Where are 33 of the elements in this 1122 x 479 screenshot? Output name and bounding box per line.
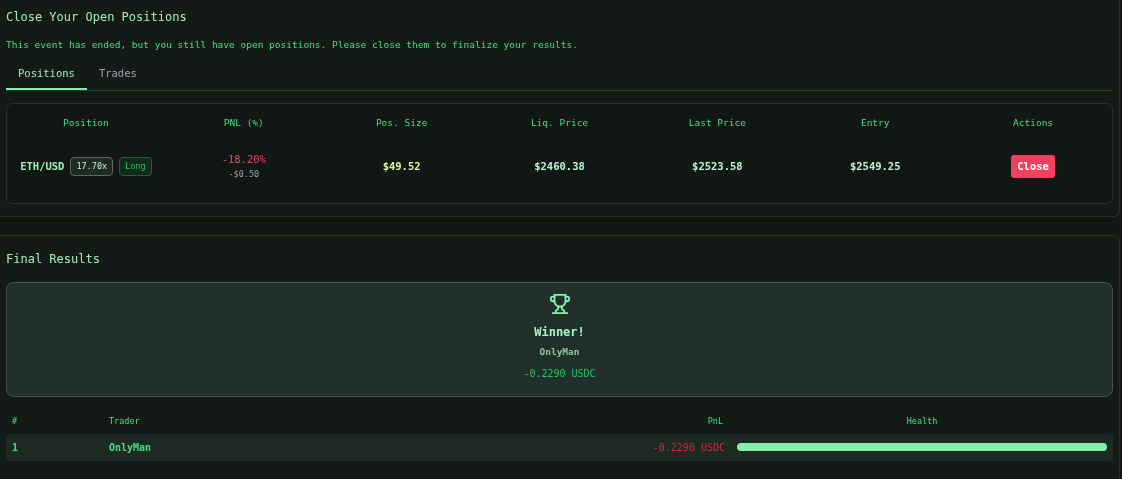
- tab[interactable]: Trades: [86, 66, 149, 90]
- pnl-cell-text: -0.2290 USDC: [652, 440, 726, 455]
- column-header: Entry: [860, 116, 890, 130]
- column-header: Last Price: [688, 116, 746, 130]
- winner-heading: Winner!: [534, 324, 585, 341]
- winner-name: OnlyMan: [539, 345, 580, 359]
- tab[interactable]: Positions: [6, 66, 87, 90]
- column-header: #: [12, 415, 19, 428]
- winner-amount: -0.2290 USDC: [523, 367, 596, 382]
- leverage-badge: 17.70x: [70, 157, 114, 176]
- column-header: Pos. Size: [375, 116, 428, 130]
- table-cell-text: $2523.58: [692, 158, 743, 174]
- table-cell-text: $2460.38: [534, 158, 585, 174]
- pnl-percent: -18.20%: [221, 152, 266, 168]
- pair-label: ETH/USD: [20, 158, 65, 174]
- trader-name: OnlyMan: [109, 440, 153, 455]
- column-header: PNL (%): [223, 116, 264, 130]
- column-header: PnL: [707, 415, 724, 428]
- table-cell-text: $49.52: [382, 158, 421, 174]
- column-header: Liq. Price: [530, 116, 589, 130]
- rank-cell-text: 1: [12, 440, 20, 455]
- side-badge: Long: [119, 157, 152, 176]
- pnl-value: -$0.50: [228, 168, 260, 181]
- column-header: Health: [906, 415, 938, 428]
- section-title: Final Results: [6, 251, 101, 268]
- info-message: This event has ended, but you still have open positions. Please close them to finalize your results.: [6, 38, 579, 52]
- panel-title: Close Your Open Positions: [6, 9, 188, 26]
- close-button[interactable]: Close: [1011, 154, 1055, 179]
- table-cell-text: $2549.25: [849, 158, 901, 174]
- column-header: Trader: [109, 415, 141, 428]
- column-header: Actions: [1013, 116, 1054, 130]
- column-header: Position: [63, 116, 109, 130]
- trophy-icon: [548, 293, 571, 315]
